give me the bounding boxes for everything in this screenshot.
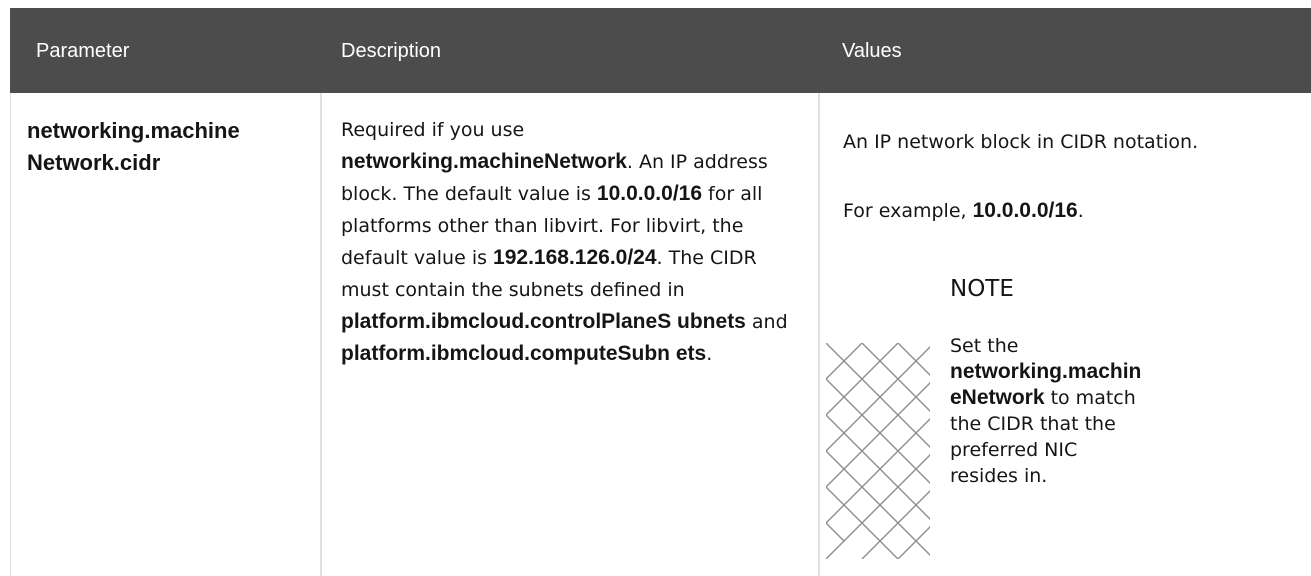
header-values: Values <box>842 40 902 62</box>
note-heading: NOTE <box>950 276 1014 302</box>
description-text: Required if you use networking.machineNe… <box>341 119 788 365</box>
cell-border-left <box>10 93 11 576</box>
values-example: For example, 10.0.0.0/16. <box>843 199 1084 222</box>
note-pattern-icon <box>826 343 930 559</box>
note-body: Set the networking.machin eNetwork to ma… <box>950 335 1142 487</box>
header-parameter: Parameter <box>36 40 130 62</box>
description-cell: Required if you use networking.machineNe… <box>341 114 801 370</box>
header-description: Description <box>341 40 442 62</box>
cell-divider-2 <box>818 93 820 576</box>
values-line: An IP network block in CIDR notation. <box>843 131 1199 153</box>
cell-divider-1 <box>320 93 322 576</box>
table-header: Parameter Description Values <box>10 8 1311 93</box>
parameter-name: networking.machine Network.cidr <box>27 118 240 175</box>
